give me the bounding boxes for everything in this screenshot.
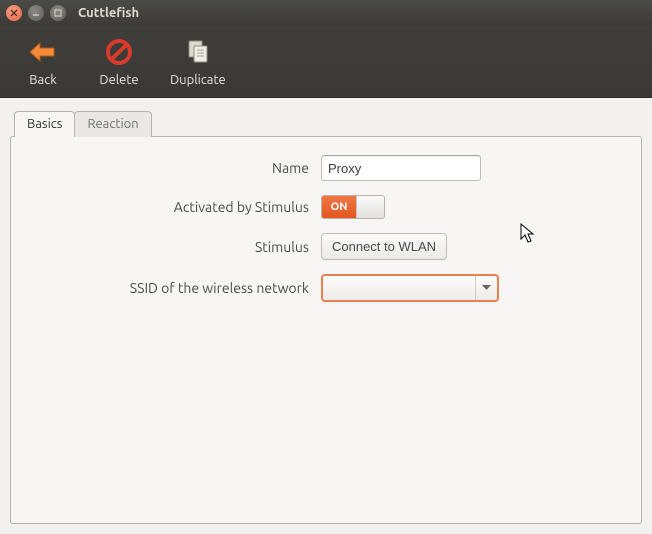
tab-container: Basics Reaction Name Activated by Stimul… [0, 98, 652, 534]
label-activated: Activated by Stimulus [31, 199, 321, 215]
titlebar: Cuttlefish [0, 0, 652, 26]
row-activated: Activated by Stimulus ON [31, 195, 591, 219]
tab-panel-basics: Name Activated by Stimulus ON Stimulus C… [10, 136, 642, 524]
label-ssid: SSID of the wireless network [31, 280, 321, 296]
window-maximize-button[interactable] [50, 5, 66, 21]
window-minimize-button[interactable] [28, 5, 44, 21]
tab-basics[interactable]: Basics [14, 111, 75, 137]
duplicate-icon [183, 37, 213, 67]
tab-reaction[interactable]: Reaction [74, 111, 151, 137]
row-name: Name [31, 155, 591, 181]
back-arrow-icon [28, 37, 58, 67]
delete-icon [104, 37, 134, 67]
activated-toggle[interactable]: ON [321, 195, 385, 219]
label-stimulus: Stimulus [31, 239, 321, 255]
duplicate-label: Duplicate [170, 73, 226, 87]
label-name: Name [31, 160, 321, 176]
name-input[interactable] [321, 155, 481, 181]
ssid-value [323, 276, 475, 300]
toolbar: Back Delete Duplicate [0, 26, 652, 98]
chevron-down-icon [475, 276, 497, 300]
delete-label: Delete [99, 73, 138, 87]
delete-button[interactable]: Delete [94, 37, 144, 87]
ssid-combobox[interactable] [321, 274, 499, 302]
window-title: Cuttlefish [78, 6, 139, 20]
back-button[interactable]: Back [18, 37, 68, 87]
window-close-button[interactable] [6, 5, 22, 21]
tab-strip: Basics Reaction [14, 110, 642, 136]
toggle-knob [356, 196, 384, 218]
row-ssid: SSID of the wireless network [31, 274, 591, 302]
stimulus-button[interactable]: Connect to WLAN [321, 233, 447, 260]
back-label: Back [29, 73, 57, 87]
row-stimulus: Stimulus Connect to WLAN [31, 233, 591, 260]
duplicate-button[interactable]: Duplicate [170, 37, 226, 87]
toggle-on-label: ON [322, 196, 356, 218]
